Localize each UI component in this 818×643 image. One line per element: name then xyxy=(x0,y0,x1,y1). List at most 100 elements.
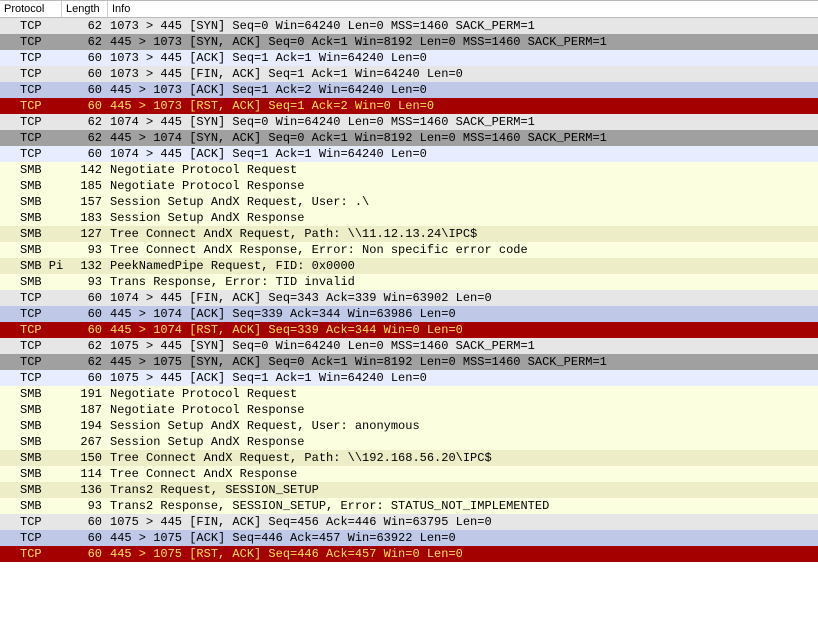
cell-length: 62 xyxy=(62,115,108,129)
cell-length: 60 xyxy=(62,99,108,113)
cell-length: 60 xyxy=(62,531,108,545)
cell-length: 62 xyxy=(62,339,108,353)
col-header-info[interactable]: Info xyxy=(108,1,818,17)
packet-row[interactable]: TCP621075 > 445 [SYN] Seq=0 Win=64240 Le… xyxy=(0,338,818,354)
cell-info: Session Setup AndX Request, User: anonym… xyxy=(108,419,818,433)
cell-info: 445 > 1074 [ACK] Seq=339 Ack=344 Win=639… xyxy=(108,307,818,321)
cell-protocol: TCP xyxy=(0,51,62,65)
cell-protocol: SMB xyxy=(0,227,62,241)
cell-protocol: SMB xyxy=(0,403,62,417)
cell-info: PeekNamedPipe Request, FID: 0x0000 xyxy=(108,259,818,273)
cell-length: 60 xyxy=(62,83,108,97)
cell-info: Tree Connect AndX Response, Error: Non s… xyxy=(108,243,818,257)
cell-length: 127 xyxy=(62,227,108,241)
cell-protocol: SMB xyxy=(0,483,62,497)
cell-length: 93 xyxy=(62,499,108,513)
cell-length: 62 xyxy=(62,19,108,33)
packet-row[interactable]: SMB157Session Setup AndX Request, User: … xyxy=(0,194,818,210)
packet-row[interactable]: SMB183Session Setup AndX Response xyxy=(0,210,818,226)
cell-info: Negotiate Protocol Response xyxy=(108,179,818,193)
cell-info: 1074 > 445 [SYN] Seq=0 Win=64240 Len=0 M… xyxy=(108,115,818,129)
packet-row[interactable]: TCP62445 > 1075 [SYN, ACK] Seq=0 Ack=1 W… xyxy=(0,354,818,370)
cell-protocol: SMB xyxy=(0,451,62,465)
packet-row[interactable]: SMB267Session Setup AndX Response xyxy=(0,434,818,450)
packet-row[interactable]: SMB185Negotiate Protocol Response xyxy=(0,178,818,194)
cell-protocol: SMB xyxy=(0,467,62,481)
cell-protocol: TCP xyxy=(0,67,62,81)
cell-info: 1075 > 445 [FIN, ACK] Seq=456 Ack=446 Wi… xyxy=(108,515,818,529)
cell-info: 445 > 1073 [RST, ACK] Seq=1 Ack=2 Win=0 … xyxy=(108,99,818,113)
cell-info: Tree Connect AndX Request, Path: \\11.12… xyxy=(108,227,818,241)
cell-protocol: TCP xyxy=(0,339,62,353)
packet-row[interactable]: TCP62445 > 1074 [SYN, ACK] Seq=0 Ack=1 W… xyxy=(0,130,818,146)
packet-row[interactable]: TCP601075 > 445 [ACK] Seq=1 Ack=1 Win=64… xyxy=(0,370,818,386)
cell-length: 60 xyxy=(62,371,108,385)
cell-info: Trans2 Response, SESSION_SETUP, Error: S… xyxy=(108,499,818,513)
cell-length: 62 xyxy=(62,355,108,369)
packet-row[interactable]: TCP60445 > 1074 [RST, ACK] Seq=339 Ack=3… xyxy=(0,322,818,338)
packet-row[interactable]: TCP621073 > 445 [SYN] Seq=0 Win=64240 Le… xyxy=(0,18,818,34)
cell-info: Negotiate Protocol Request xyxy=(108,163,818,177)
cell-length: 142 xyxy=(62,163,108,177)
cell-length: 60 xyxy=(62,515,108,529)
packet-row[interactable]: TCP601074 > 445 [FIN, ACK] Seq=343 Ack=3… xyxy=(0,290,818,306)
cell-info: 1073 > 445 [ACK] Seq=1 Ack=1 Win=64240 L… xyxy=(108,51,818,65)
cell-protocol: TCP xyxy=(0,291,62,305)
cell-info: Session Setup AndX Request, User: .\ xyxy=(108,195,818,209)
packet-row[interactable]: TCP60445 > 1073 [RST, ACK] Seq=1 Ack=2 W… xyxy=(0,98,818,114)
packet-row[interactable]: SMB93Trans Response, Error: TID invalid xyxy=(0,274,818,290)
cell-protocol: SMB xyxy=(0,419,62,433)
packet-row[interactable]: SMB Pi132PeekNamedPipe Request, FID: 0x0… xyxy=(0,258,818,274)
packet-row[interactable]: TCP601073 > 445 [FIN, ACK] Seq=1 Ack=1 W… xyxy=(0,66,818,82)
cell-length: 60 xyxy=(62,291,108,305)
packet-row[interactable]: SMB127Tree Connect AndX Request, Path: \… xyxy=(0,226,818,242)
cell-protocol: TCP xyxy=(0,35,62,49)
packet-row[interactable]: SMB194Session Setup AndX Request, User: … xyxy=(0,418,818,434)
cell-length: 132 xyxy=(62,259,108,273)
packet-row[interactable]: SMB93Tree Connect AndX Response, Error: … xyxy=(0,242,818,258)
cell-length: 183 xyxy=(62,211,108,225)
cell-protocol: TCP xyxy=(0,371,62,385)
packet-row[interactable]: TCP601074 > 445 [ACK] Seq=1 Ack=1 Win=64… xyxy=(0,146,818,162)
packet-row[interactable]: SMB114Tree Connect AndX Response xyxy=(0,466,818,482)
packet-row[interactable]: SMB150Tree Connect AndX Request, Path: \… xyxy=(0,450,818,466)
cell-info: Trans2 Request, SESSION_SETUP xyxy=(108,483,818,497)
packet-row[interactable]: SMB136Trans2 Request, SESSION_SETUP xyxy=(0,482,818,498)
packet-row[interactable]: SMB191Negotiate Protocol Request xyxy=(0,386,818,402)
cell-protocol: SMB Pi xyxy=(0,259,62,273)
cell-length: 267 xyxy=(62,435,108,449)
col-header-protocol[interactable]: Protocol xyxy=(0,1,62,17)
cell-info: 1074 > 445 [ACK] Seq=1 Ack=1 Win=64240 L… xyxy=(108,147,818,161)
cell-info: 445 > 1075 [SYN, ACK] Seq=0 Ack=1 Win=81… xyxy=(108,355,818,369)
cell-protocol: TCP xyxy=(0,115,62,129)
cell-length: 60 xyxy=(62,147,108,161)
cell-protocol: SMB xyxy=(0,195,62,209)
cell-length: 60 xyxy=(62,51,108,65)
packet-row[interactable]: TCP601075 > 445 [FIN, ACK] Seq=456 Ack=4… xyxy=(0,514,818,530)
packet-row[interactable]: TCP60445 > 1075 [ACK] Seq=446 Ack=457 Wi… xyxy=(0,530,818,546)
packet-row[interactable]: TCP62445 > 1073 [SYN, ACK] Seq=0 Ack=1 W… xyxy=(0,34,818,50)
cell-length: 60 xyxy=(62,323,108,337)
packet-row[interactable]: SMB142Negotiate Protocol Request xyxy=(0,162,818,178)
packet-row[interactable]: TCP60445 > 1073 [ACK] Seq=1 Ack=2 Win=64… xyxy=(0,82,818,98)
cell-info: 445 > 1075 [RST, ACK] Seq=446 Ack=457 Wi… xyxy=(108,547,818,561)
packet-row[interactable]: TCP60445 > 1074 [ACK] Seq=339 Ack=344 Wi… xyxy=(0,306,818,322)
cell-length: 60 xyxy=(62,67,108,81)
cell-protocol: SMB xyxy=(0,499,62,513)
cell-protocol: SMB xyxy=(0,179,62,193)
packet-row[interactable]: TCP60445 > 1075 [RST, ACK] Seq=446 Ack=4… xyxy=(0,546,818,562)
cell-protocol: SMB xyxy=(0,275,62,289)
cell-protocol: TCP xyxy=(0,323,62,337)
packet-row[interactable]: TCP621074 > 445 [SYN] Seq=0 Win=64240 Le… xyxy=(0,114,818,130)
packet-row[interactable]: SMB93Trans2 Response, SESSION_SETUP, Err… xyxy=(0,498,818,514)
packet-row[interactable]: TCP601073 > 445 [ACK] Seq=1 Ack=1 Win=64… xyxy=(0,50,818,66)
cell-info: 1073 > 445 [FIN, ACK] Seq=1 Ack=1 Win=64… xyxy=(108,67,818,81)
cell-info: Tree Connect AndX Response xyxy=(108,467,818,481)
cell-info: 445 > 1074 [RST, ACK] Seq=339 Ack=344 Wi… xyxy=(108,323,818,337)
packet-row[interactable]: SMB187Negotiate Protocol Response xyxy=(0,402,818,418)
cell-length: 185 xyxy=(62,179,108,193)
cell-length: 60 xyxy=(62,547,108,561)
cell-info: 445 > 1073 [ACK] Seq=1 Ack=2 Win=64240 L… xyxy=(108,83,818,97)
col-header-length[interactable]: Length xyxy=(62,1,108,17)
cell-protocol: TCP xyxy=(0,131,62,145)
